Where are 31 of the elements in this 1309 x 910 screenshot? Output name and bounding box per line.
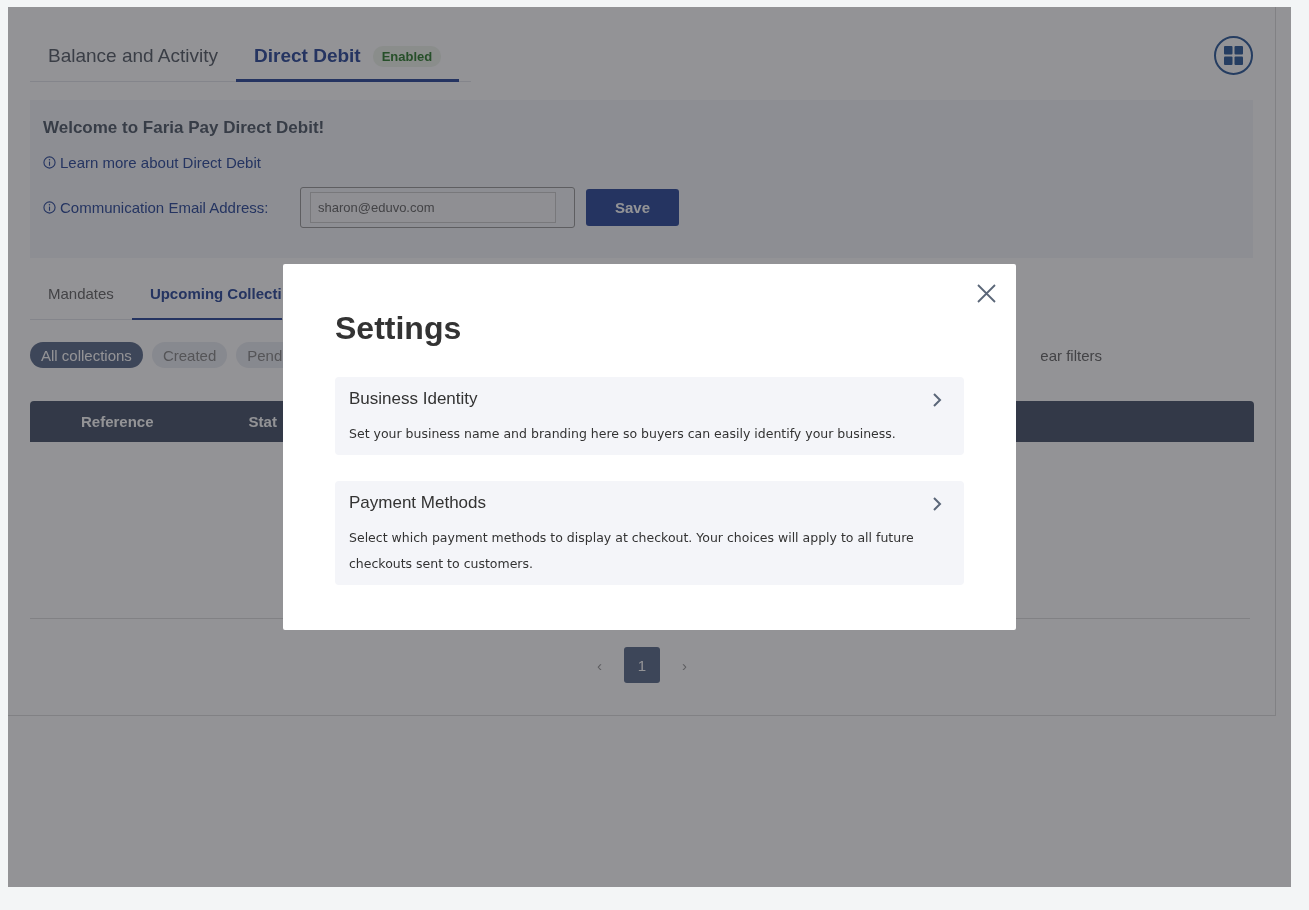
column-header: Reference [81,413,154,430]
chevron-right-icon [932,496,942,512]
email-field[interactable]: sharon@eduvo.com [300,187,575,228]
previous-page-button[interactable]: ‹ [591,655,608,675]
grid-icon [1224,46,1243,65]
apps-button[interactable] [1214,36,1253,75]
card-description: Select which payment methods to display at checkout. Your choices will apply to all future checkouts sent to customers. [349,529,915,573]
clear-filters-link[interactable]: ear filters [1040,346,1102,364]
tab[interactable]: Upcoming Collecti [131,285,282,320]
page-button[interactable]: 1 [624,647,660,683]
card-title: Payment Methods [349,493,487,513]
status-badge: Enabled [372,45,442,67]
settings-card[interactable]: Business Identity Set your business name and branding here so buyers can easily identify your business. [335,377,964,455]
welcome-title: Welcome to Faria Pay Direct Debit! [43,118,326,138]
next-page-button[interactable]: › [676,655,693,675]
learn-more-link[interactable]: Learn more about Direct Debit [60,154,261,171]
card-description: Set your business name and branding here so buyers can easily identify your business. [349,425,897,443]
card-title: Business Identity [349,389,479,409]
save-button[interactable]: Save [586,189,679,226]
close-icon[interactable] [976,283,997,304]
column-header: Stat [248,413,277,430]
tab[interactable]: Balance and Activity [30,45,237,82]
dialog-title: Settings [335,310,463,347]
tab[interactable]: Mandates [30,285,132,320]
info-icon [43,201,56,214]
settings-card[interactable]: Payment Methods Select which payment methods to display at checkout. Your choices will apply to all future checkouts sent to customers. [335,481,964,585]
chevron-right-icon [932,392,942,408]
email-label: Communication Email Address: [60,199,269,216]
tab[interactable]: Direct Debit Enabled [236,45,460,82]
info-icon [43,156,56,169]
filter-chip[interactable]: All collections [30,342,143,368]
